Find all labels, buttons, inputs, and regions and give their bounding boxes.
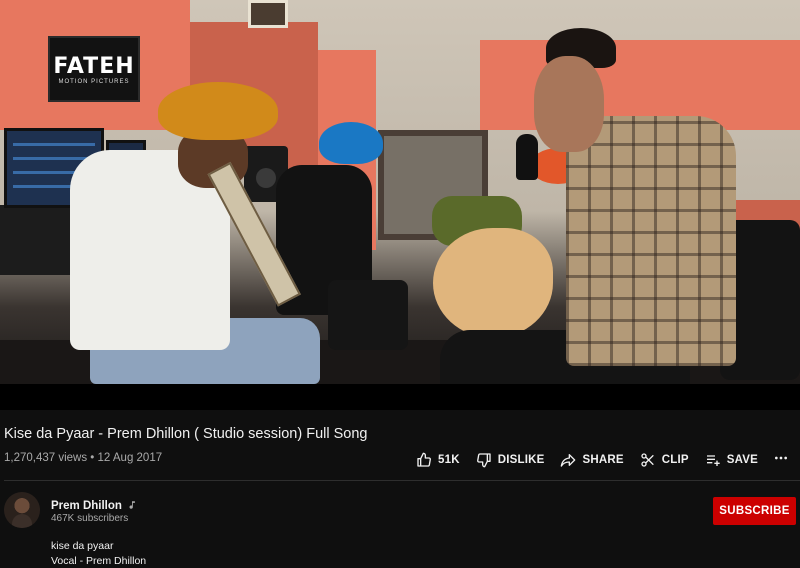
video-title: Kise da Pyaar - Prem Dhillon ( Studio se… [4,426,368,442]
singer-face [534,56,604,152]
more-actions-button[interactable] [770,450,792,470]
more-horizontal-icon [773,450,789,471]
description-line: Vocal - Prem Dhillon [51,555,147,567]
clip-label: CLIP [661,454,689,466]
like-button[interactable]: 51K [408,450,468,470]
dislike-button[interactable]: DISLIKE [468,450,553,470]
like-count: 51K [438,454,460,466]
video-player[interactable]: FATEH MOTION PICTURES [0,0,800,410]
scissors-icon [640,452,656,468]
music-note-icon [127,497,137,515]
view-count-and-date: 1,270,437 views • 12 Aug 2017 [4,452,163,464]
description-line: kise da pyaar [51,540,114,552]
singer-shirt [566,116,736,366]
subscribe-button[interactable]: SUBSCRIBE [713,497,796,525]
channel-avatar[interactable] [4,492,40,528]
microphone [516,134,538,180]
subscriber-count: 467K subscribers [51,513,129,524]
dislike-label: DISLIKE [497,454,545,466]
thumbs-up-icon [416,452,432,468]
clip-button[interactable]: CLIP [632,450,697,470]
share-button[interactable]: SHARE [552,450,631,470]
orange-turban [158,82,278,140]
share-label: SHARE [582,454,624,466]
acoustic-guitar [433,228,553,338]
action-bar: 51K DISLIKE SHARE CLIP SAVE [408,450,792,470]
channel-name-link[interactable]: Prem Dhillon [51,500,122,512]
thumbs-down-icon [476,452,492,468]
share-icon [560,452,576,468]
playlist-add-icon [705,452,721,468]
logo-subtitle: MOTION PICTURES [58,78,130,85]
fateh-logo: FATEH MOTION PICTURES [48,36,140,102]
blue-turban [319,122,383,164]
video-meta-row: 1,270,437 views • 12 Aug 2017 51K DISLIK… [4,450,800,470]
save-label: SAVE [726,454,758,466]
player-letterbox [0,384,800,410]
logo-word: FATEH [53,53,135,79]
video-frame[interactable]: FATEH MOTION PICTURES [0,0,800,384]
section-divider [4,480,800,481]
wall-picture [248,0,288,28]
studio-chair [328,280,408,350]
save-button[interactable]: SAVE [697,450,766,470]
